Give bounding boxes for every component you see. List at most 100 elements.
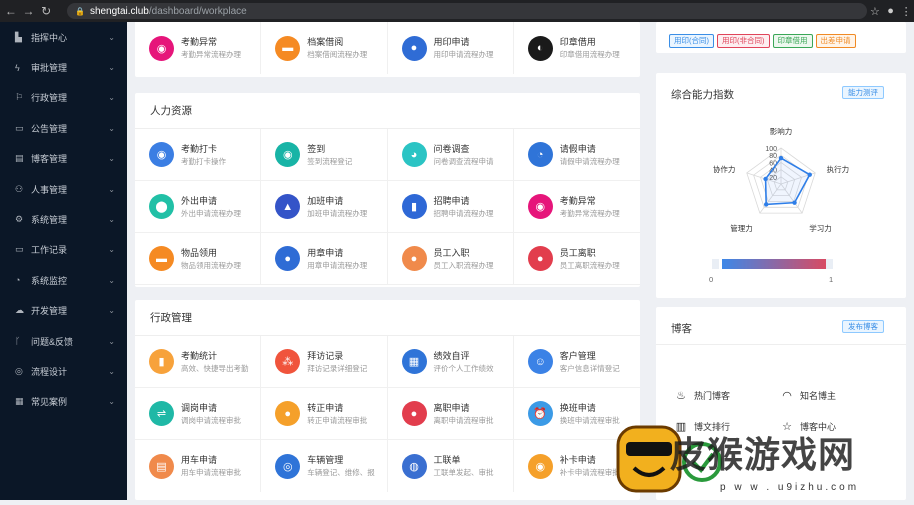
process-item[interactable]: ◕ 问卷调查 问卷调查流程申请 xyxy=(387,129,514,181)
process-item[interactable]: ▮ 考勤统计 高效、快捷导出考勤 xyxy=(135,336,262,388)
sidebar-item-3[interactable]: ⚐ 行政管理 ⌄ xyxy=(0,83,127,113)
process-item[interactable]: ◐ 印章借用 印章借用流程办理 xyxy=(514,22,640,74)
radar-data-point[interactable] xyxy=(778,155,784,161)
process-item[interactable]: ☺ 客户管理 客户信息详情登记 xyxy=(513,336,640,388)
process-item[interactable]: ● 用章申请 用章申请流程办理 xyxy=(261,233,388,285)
sidebar-item-6[interactable]: ⚇ 人事管理 ⌄ xyxy=(0,174,127,204)
blog-link-label: 热门博客 xyxy=(694,391,731,401)
sidebar-item-12[interactable]: ◎ 流程设计 ⌄ xyxy=(0,356,127,386)
ability-radar-chart: 10080604020影响力执行力学习力管理力协作力 xyxy=(713,126,849,233)
process-item[interactable]: ⬤ 外出申请 外出申请流程办理 xyxy=(135,181,262,233)
process-item-title: 转正申请 xyxy=(307,402,344,413)
process-item[interactable]: ◉ 考勤异常 考勤异常流程办理 xyxy=(513,181,640,233)
sidebar-item-8[interactable]: ▭ 工作记录 ⌄ xyxy=(0,235,127,265)
process-item[interactable]: ◎ 车辆管理 车辆登记、维修、报 xyxy=(261,440,388,492)
process-item[interactable]: ◉ 签到 签到流程登记 xyxy=(261,129,388,181)
bookmark-star-icon[interactable]: ☆ xyxy=(867,5,883,18)
chevron-down-icon: ⌄ xyxy=(108,336,115,346)
process-item[interactable]: ▲ 加班申请 加班申请流程办理 xyxy=(261,181,388,233)
seal-tag-list: 用印(合同) 用印(非合同) 印章借用 出差申请 xyxy=(669,30,859,48)
car-icon: ▤ xyxy=(149,453,174,479)
process-item-text: 离职申请 离职申请流程审批 xyxy=(434,402,494,426)
sign-in-icon: ◉ xyxy=(275,142,301,167)
sidebar-item-5[interactable]: ▤ 博客管理 ⌄ xyxy=(0,144,127,174)
back-icon[interactable]: ← xyxy=(4,4,18,18)
radar-data-point[interactable] xyxy=(763,176,768,182)
process-item-desc: 车辆登记、维修、报 xyxy=(307,468,375,477)
reload-icon[interactable]: ↻ xyxy=(39,4,53,18)
sidebar-item-4[interactable]: ▭ 公告管理 ⌄ xyxy=(0,113,127,143)
radar-axis-label: 协作力 xyxy=(713,164,736,174)
chevron-down-icon: ⌄ xyxy=(108,306,115,316)
sidebar-item-7[interactable]: ⚙ 系统管理 ⌄ xyxy=(0,204,127,234)
process-item[interactable]: ● 员工入职 员工入职流程办理 xyxy=(387,233,514,285)
publish-blog-button[interactable]: 发布博客 xyxy=(842,320,884,333)
process-item[interactable]: ◉ 考勤打卡 考勤打卡操作 xyxy=(135,129,262,181)
blog-link-1[interactable]: ♨ 热门博客 xyxy=(674,389,730,402)
sidebar-item-13[interactable]: ▦ 常见案例 ⌄ xyxy=(0,387,127,417)
process-item[interactable]: ● 员工离职 员工离职流程办理 xyxy=(513,233,640,285)
seal-apply-icon: ● xyxy=(401,35,427,61)
address-bar[interactable]: 🔒 shengtai.club/dashboard/workplace xyxy=(66,3,868,19)
sidebar-item-10[interactable]: ☁ 开发管理 ⌄ xyxy=(0,296,127,326)
sidebar-item-11[interactable]: ᚴ 问题&反馈 ⌄ xyxy=(0,326,127,356)
radar-data-point[interactable] xyxy=(807,172,812,177)
sidebar-item-label: 行政管理 xyxy=(31,93,68,104)
seal-tag[interactable]: 印章借用 xyxy=(772,34,813,48)
process-item[interactable]: ◍ 工联单 工联单发起、审批 xyxy=(388,440,514,492)
blog-link-2[interactable]: ◠ 知名博主 xyxy=(780,389,836,402)
process-item-text: 绩效自评 评价个人工作绩效 xyxy=(434,350,494,374)
browser-menu-icon[interactable]: ⋮ xyxy=(898,5,914,18)
sidebar-item-label: 审批管理 xyxy=(31,63,68,74)
process-item-title: 离职申请 xyxy=(433,402,470,413)
settings-icon: ⚙ xyxy=(15,214,24,225)
seal-tag[interactable]: 用印(非合同) xyxy=(717,34,770,48)
seal-tags-card: 用印(合同) 用印(非合同) 印章借用 出差申请 xyxy=(656,22,906,53)
ability-test-button[interactable]: 能力测评 xyxy=(842,86,884,99)
process-item-desc: 考勤打卡操作 xyxy=(181,156,226,166)
sidebar-item-2[interactable]: ϟ 审批管理 ⌄ xyxy=(0,52,127,82)
process-item[interactable]: ⇌ 调岗申请 调岗申请流程审批 xyxy=(135,388,262,440)
process-item-title: 拜访记录 xyxy=(307,350,344,361)
process-item-text: 印章借用 印章借用流程办理 xyxy=(560,36,620,60)
process-item[interactable]: ▬ 物品领用 物品领用流程办理 xyxy=(135,233,262,285)
process-item-title: 调岗申请 xyxy=(181,402,218,413)
seal-tag[interactable]: 用印(合同) xyxy=(669,34,714,48)
process-item-desc: 档案借阅流程办理 xyxy=(307,50,368,59)
forward-icon[interactable]: → xyxy=(22,4,36,18)
process-item-title: 用章申请 xyxy=(307,247,344,258)
process-item[interactable]: ▬ 档案借阅 档案借阅流程办理 xyxy=(261,22,388,74)
seal-tag[interactable]: 出差申请 xyxy=(815,34,856,48)
gradient-left-handle[interactable] xyxy=(712,259,719,269)
process-item-text: 请假申请 请假申请流程办理 xyxy=(560,143,620,167)
process-item[interactable]: ⁂ 拜访记录 拜访记录详细登记 xyxy=(261,336,388,388)
process-item-desc: 签到流程登记 xyxy=(307,156,353,166)
rss-icon: ◠ xyxy=(782,390,792,402)
process-item[interactable]: ◔ 请假申请 请假申请流程办理 xyxy=(513,129,640,181)
process-item-desc: 员工离职流程办理 xyxy=(559,260,620,270)
process-item[interactable]: ● 离职申请 离职申请流程审批 xyxy=(387,388,514,440)
radar-data-point[interactable] xyxy=(792,200,797,205)
sidebar-item-1[interactable]: ▙ 指挥中心 ⌄ xyxy=(0,22,127,52)
dev-icon: ☁ xyxy=(15,305,24,316)
process-item-title: 印章借用 xyxy=(559,37,596,47)
radar-tick-label: 100 xyxy=(765,146,777,153)
shift-icon: ⏰ xyxy=(527,401,553,426)
radar-tick-label: 80 xyxy=(769,153,777,160)
process-item[interactable]: ● 用印申请 用印申请流程办理 xyxy=(388,22,514,74)
recruit-icon: ▮ xyxy=(401,194,427,219)
process-item[interactable]: ● 转正申请 转正申请流程审批 xyxy=(261,388,388,440)
process-item-title: 档案借阅 xyxy=(307,37,344,47)
process-item[interactable]: ▤ 用车申请 用车申请流程审批 xyxy=(135,440,262,492)
process-item[interactable]: ▦ 绩效自评 评价个人工作绩效 xyxy=(387,336,514,388)
process-item[interactable]: ◉ 考勤异常 考勤异常流程办理 xyxy=(135,22,262,74)
process-item[interactable]: ▮ 招聘申请 招聘申请流程办理 xyxy=(387,181,514,233)
process-item-title: 车辆管理 xyxy=(307,455,344,465)
radar-data-point[interactable] xyxy=(763,202,769,207)
profile-icon[interactable]: ● xyxy=(883,5,899,17)
process-item-text: 车辆管理车辆登记、维修、报 xyxy=(307,454,375,478)
sidebar-item-9[interactable]: ◔ 系统监控 ⌄ xyxy=(0,265,127,295)
gradient-right-handle[interactable] xyxy=(826,259,833,269)
process-item-title: 考勤统计 xyxy=(181,350,218,361)
clock-in-icon: ◉ xyxy=(149,142,174,167)
